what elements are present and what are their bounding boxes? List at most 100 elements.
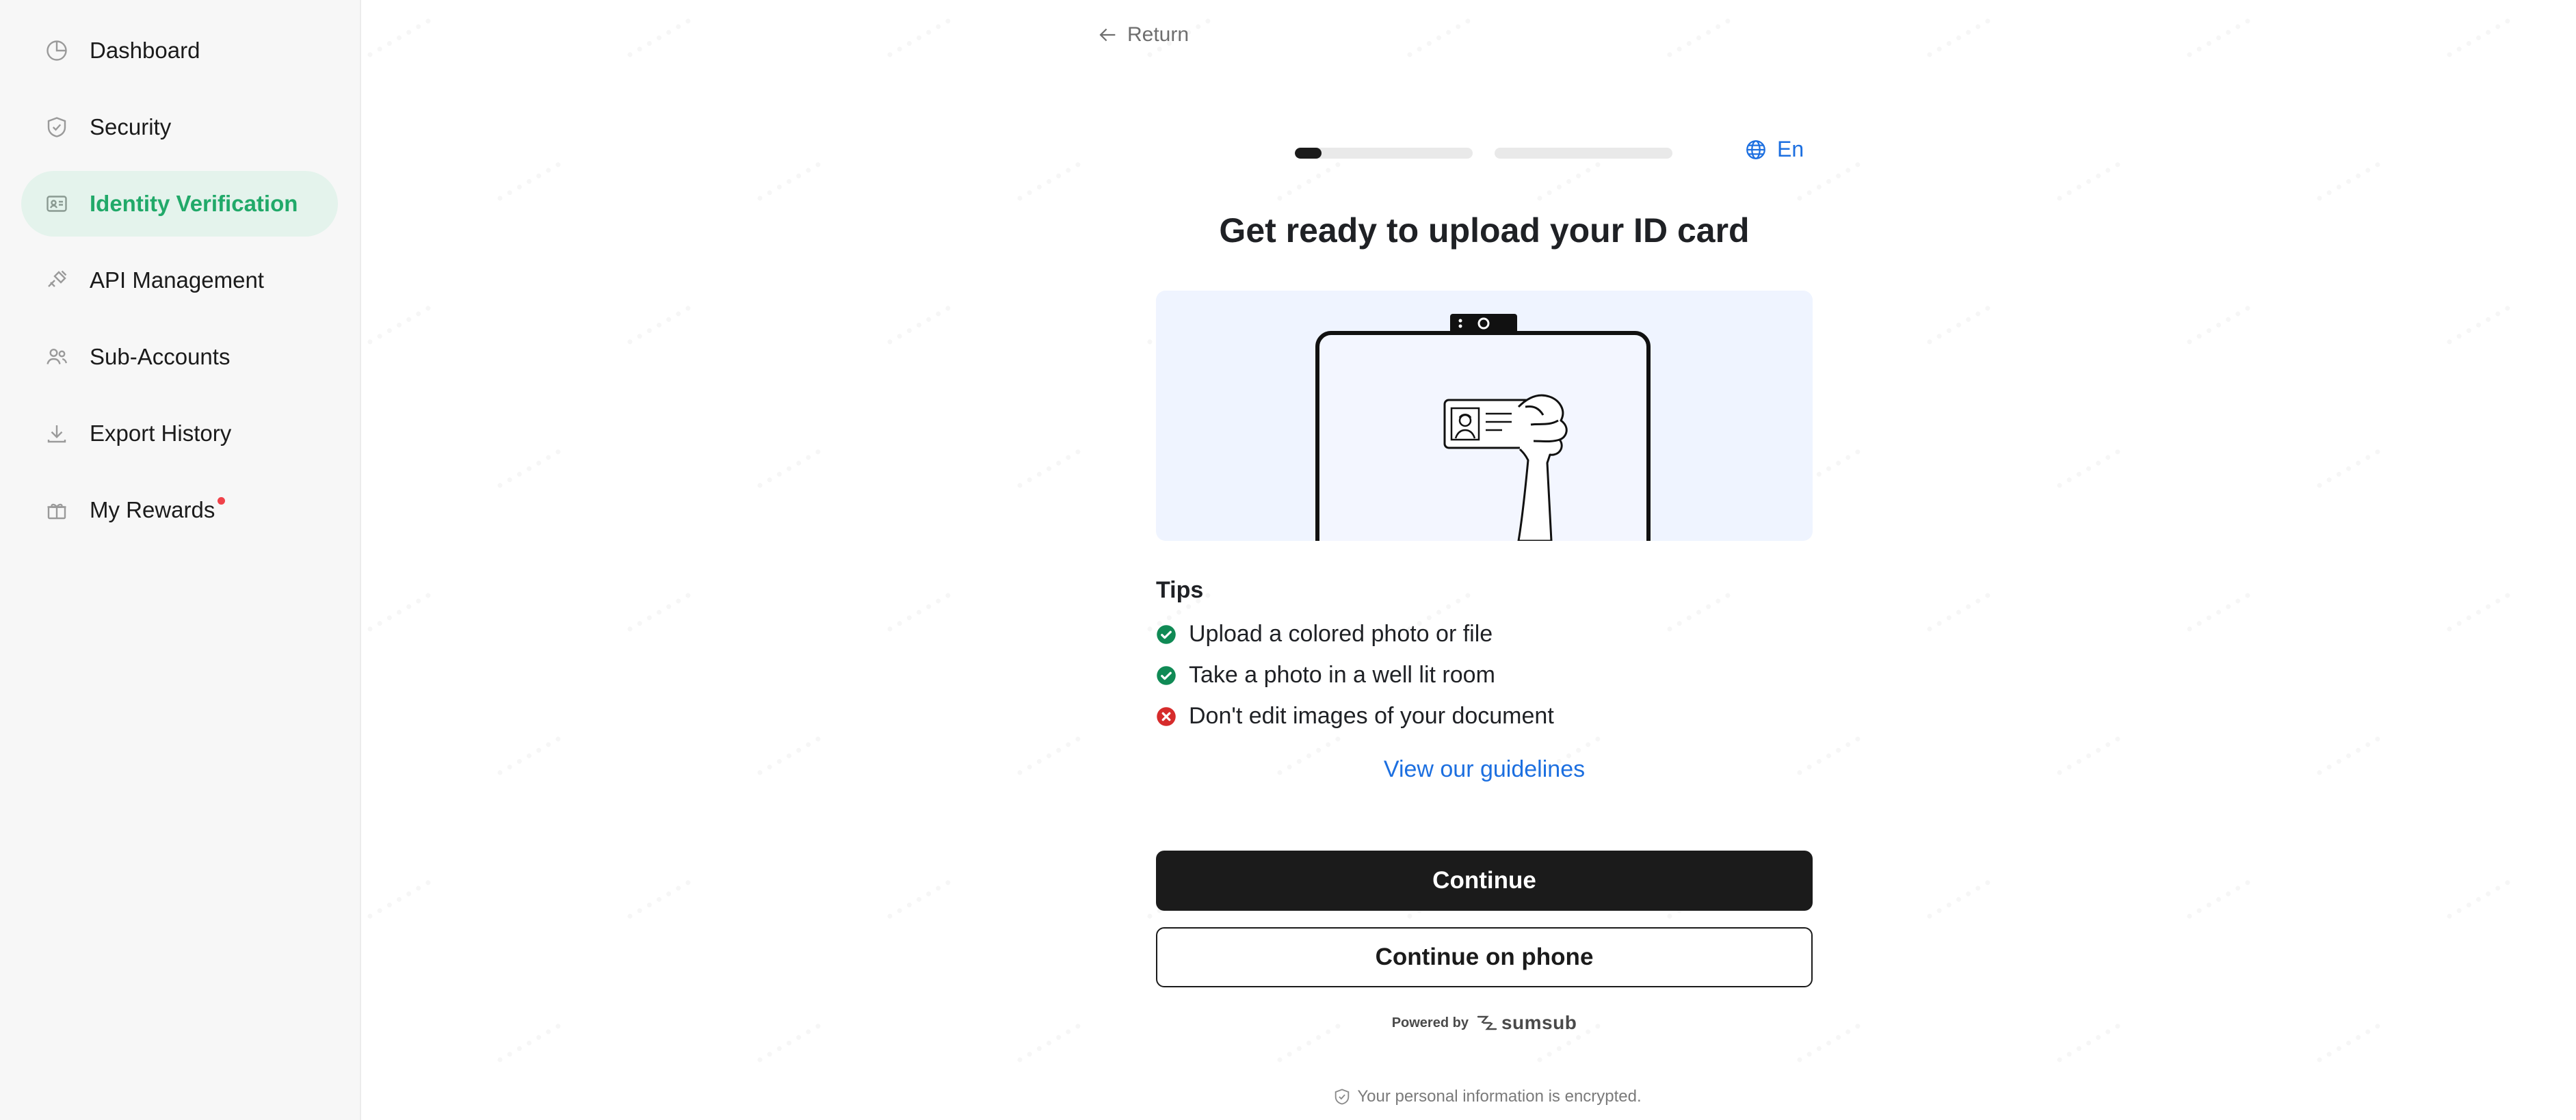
download-icon	[44, 421, 69, 446]
id-card-icon	[44, 191, 69, 216]
watermark: • • • • • • •	[2311, 1015, 2385, 1070]
watermark: • • • • • • •	[1921, 872, 1995, 926]
watermark: • • • • • • •	[2441, 585, 2515, 639]
sidebar-item-label: Dashboard	[90, 38, 200, 63]
watermark: • • • • • • •	[362, 10, 436, 65]
powered-by-label: Powered by	[1391, 1015, 1469, 1030]
watermark: • • • • • • •	[2051, 1015, 2125, 1070]
watermark: • • • • • • •	[492, 1015, 566, 1070]
watermark: • • • • • • •	[2181, 872, 2255, 926]
page-title: Get ready to upload your ID card	[1219, 211, 1750, 250]
x-circle-icon	[1156, 706, 1177, 727]
watermark: • • • • • • •	[2571, 1015, 2576, 1070]
watermark: • • • • • • •	[882, 872, 956, 926]
language-selector[interactable]: En	[1735, 137, 1804, 162]
tip-text: Upload a colored photo or file	[1189, 621, 1493, 647]
watermark: • • • • • • •	[622, 585, 696, 639]
sidebar-item-identity-verification[interactable]: Identity Verification	[21, 171, 338, 237]
watermark: • • • • • • •	[362, 297, 436, 352]
watermark: • • • • • • •	[1402, 10, 1475, 65]
powered-by: Powered by sumsub	[1156, 1012, 1813, 1034]
check-circle-icon	[1156, 665, 1177, 686]
watermark: • • • • • • •	[1012, 154, 1086, 209]
return-label: Return	[1127, 23, 1190, 46]
language-label: En	[1777, 137, 1804, 161]
continue-on-phone-button[interactable]: Continue on phone	[1156, 927, 1813, 987]
dashboard-icon	[44, 38, 69, 63]
sidebar-item-label: API Management	[90, 267, 264, 293]
gift-icon	[44, 498, 69, 522]
watermark: • • • • • • •	[882, 10, 956, 65]
watermark: • • • • • • •	[2051, 154, 2125, 209]
tip-text: Don't edit images of your document	[1189, 703, 1554, 729]
tip-text: Take a photo in a well lit room	[1189, 662, 1495, 688]
arrow-left-icon	[1096, 23, 1119, 46]
sidebar-nav: Dashboard Security Identity Verification…	[21, 18, 338, 554]
continue-button[interactable]: Continue	[1156, 851, 1813, 911]
tip-item: Upload a colored photo or file	[1156, 621, 1493, 648]
sidebar-item-my-rewards[interactable]: My Rewards	[21, 477, 338, 543]
sidebar-item-sub-accounts[interactable]: Sub-Accounts	[21, 324, 338, 390]
sidebar-item-label: Security	[90, 114, 172, 139]
watermark: • • • • • • •	[2441, 10, 2515, 65]
notification-dot	[218, 496, 226, 505]
sidebar-item-security[interactable]: Security	[21, 94, 338, 160]
watermark: • • • • • • •	[752, 728, 826, 783]
watermark: • • • • • • •	[2441, 872, 2515, 926]
tip-item: Take a photo in a well lit room	[1156, 662, 1495, 689]
watermark: • • • • • • •	[362, 585, 436, 639]
check-circle-icon	[1156, 624, 1177, 645]
watermark: • • • • • • •	[752, 1015, 826, 1070]
tips-heading: Tips	[1156, 577, 1204, 603]
watermark: • • • • • • •	[1921, 585, 1995, 639]
watermark: • • • • • • •	[2051, 441, 2125, 496]
watermark: • • • • • • •	[2571, 441, 2576, 496]
watermark: • • • • • • •	[752, 154, 826, 209]
watermark: • • • • • • •	[1921, 10, 1995, 65]
watermark: • • • • • • •	[1532, 154, 1605, 209]
watermark: • • • • • • •	[1921, 297, 1995, 352]
watermark: • • • • • • •	[2181, 10, 2255, 65]
watermark: • • • • • • •	[1661, 10, 1735, 65]
powered-by-brand: sumsub	[1501, 1012, 1577, 1033]
watermark: • • • • • • •	[2051, 728, 2125, 783]
progress-step-2	[1495, 148, 1672, 159]
users-icon	[44, 345, 69, 369]
watermark: • • • • • • •	[1661, 585, 1735, 639]
watermark: • • • • • • •	[1012, 441, 1086, 496]
watermark: • • • • • • •	[2181, 297, 2255, 352]
watermark: • • • • • • •	[2441, 297, 2515, 352]
api-icon	[44, 268, 69, 293]
sidebar-item-label: Export History	[90, 421, 232, 446]
watermark: • • • • • • •	[882, 585, 956, 639]
sidebar: Dashboard Security Identity Verification…	[0, 0, 361, 1120]
encryption-note: Your personal information is encrypted.	[1156, 1087, 1813, 1106]
watermark: • • • • • • •	[2181, 585, 2255, 639]
sidebar-item-label: Sub-Accounts	[90, 344, 231, 369]
watermark: • • • • • • •	[882, 297, 956, 352]
watermark: • • • • • • •	[492, 441, 566, 496]
sidebar-item-export-history[interactable]: Export History	[21, 401, 338, 466]
return-link[interactable]: Return	[1088, 23, 1189, 46]
view-guidelines-link[interactable]: View our guidelines	[1156, 756, 1813, 783]
watermark: • • • • • • •	[2571, 728, 2576, 783]
tip-item: Don't edit images of your document	[1156, 703, 1554, 730]
sidebar-item-api-management[interactable]: API Management	[21, 248, 338, 313]
watermark: • • • • • • •	[622, 297, 696, 352]
watermark: • • • • • • •	[622, 872, 696, 926]
watermark: • • • • • • •	[2311, 441, 2385, 496]
watermark: • • • • • • •	[2311, 728, 2385, 783]
watermark: • • • • • • •	[2571, 154, 2576, 209]
watermark: • • • • • • •	[492, 728, 566, 783]
sidebar-item-dashboard[interactable]: Dashboard	[21, 18, 338, 83]
watermark: • • • • • • •	[1272, 154, 1345, 209]
progress-fill	[1295, 148, 1322, 159]
encryption-note-text: Your personal information is encrypted.	[1357, 1087, 1642, 1106]
watermark: • • • • • • •	[362, 872, 436, 926]
sumsub-logo-icon	[1469, 1013, 1499, 1033]
globe-icon	[1744, 138, 1767, 161]
shield-check-icon	[1332, 1087, 1352, 1106]
sidebar-item-label: Identity Verification	[90, 191, 298, 216]
watermark: • • • • • • •	[492, 154, 566, 209]
id-card-illustration	[1156, 291, 1813, 541]
